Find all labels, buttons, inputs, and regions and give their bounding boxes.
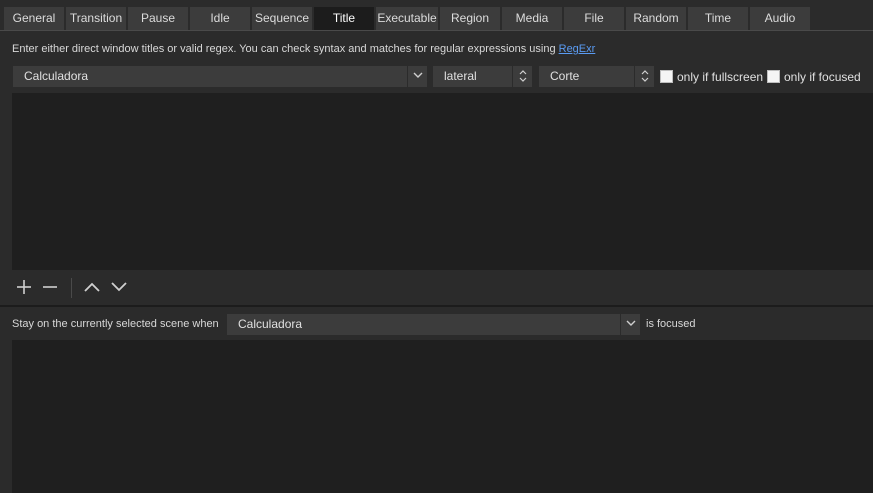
stay-label: Stay on the currently selected scene whe… (12, 318, 219, 330)
chevron-down-icon[interactable] (407, 66, 427, 87)
tab-bar: General Transition Pause Idle Sequence T… (4, 7, 812, 30)
tab-audio[interactable]: Audio (750, 7, 810, 30)
window-title-combo[interactable]: Calculadora (13, 66, 427, 87)
checkbox-box[interactable] (767, 70, 780, 83)
checkbox-box[interactable] (660, 70, 673, 83)
tab-sequence[interactable]: Sequence (252, 7, 312, 30)
fullscreen-label: only if fullscreen (677, 70, 764, 84)
tab-executable[interactable]: Executable (376, 7, 438, 30)
plus-icon[interactable] (14, 277, 34, 297)
minus-icon[interactable] (40, 277, 60, 297)
chevron-down-icon[interactable] (109, 277, 129, 297)
chevron-down-icon[interactable] (620, 314, 640, 335)
window-title-value: Calculadora (24, 69, 89, 83)
description-text: Enter either direct window titles or val… (12, 43, 595, 55)
up-down-arrows-icon[interactable] (634, 66, 654, 87)
stay-entries-list[interactable] (12, 340, 873, 493)
description-label: Enter either direct window titles or val… (12, 43, 559, 55)
list-toolbar (12, 273, 312, 301)
tab-time[interactable]: Time (688, 7, 748, 30)
tab-general[interactable]: General (4, 7, 64, 30)
transition-value: Corte (550, 69, 580, 83)
up-down-arrows-icon[interactable] (512, 66, 532, 87)
regexr-link[interactable]: RegExr (559, 43, 596, 55)
chevron-up-icon[interactable] (82, 277, 102, 297)
transition-select[interactable]: Corte (539, 66, 654, 87)
stay-window-combo[interactable]: Calculadora (227, 314, 640, 335)
tab-random[interactable]: Random (626, 7, 686, 30)
tab-idle[interactable]: Idle (190, 7, 250, 30)
scene-select[interactable]: lateral (433, 66, 532, 87)
stay-window-value: Calculadora (238, 317, 303, 331)
section-divider (0, 305, 873, 307)
focused-label: only if focused (784, 70, 861, 84)
tab-pause[interactable]: Pause (128, 7, 188, 30)
tab-divider (0, 30, 873, 31)
tab-transition[interactable]: Transition (66, 7, 126, 30)
scene-value: lateral (444, 69, 477, 83)
title-entries-list[interactable] (12, 93, 873, 270)
toolbar-separator (71, 278, 72, 298)
is-focused-label: is focused (646, 318, 696, 330)
tab-file[interactable]: File (564, 7, 624, 30)
tab-title[interactable]: Title (314, 7, 374, 30)
tab-region[interactable]: Region (440, 7, 500, 30)
tab-media[interactable]: Media (502, 7, 562, 30)
